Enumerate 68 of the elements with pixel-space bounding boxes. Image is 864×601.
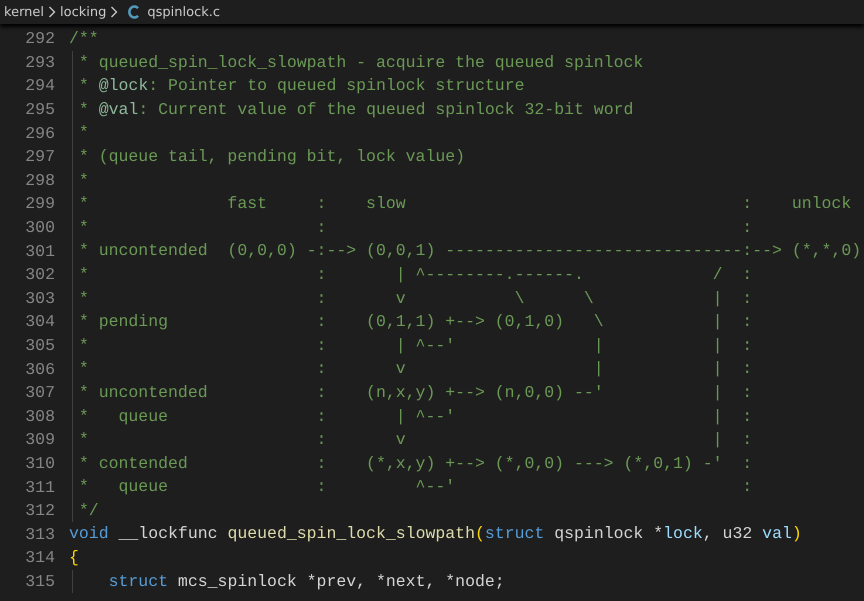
line-number: 294 [24, 76, 55, 96]
doc-tag: @val [98, 100, 138, 119]
function-name: queued_spin_lock_slowpath [227, 524, 475, 544]
line-number: 304 [24, 312, 55, 332]
code-comment: * : | ^--------.------. / : [78, 264, 752, 284]
line-number: 308 [24, 406, 55, 426]
code-comment: * uncontended (0,0,0) -:--> (0,0,1) ------------------------------:--> (*,*,0) [78, 241, 862, 260]
code-comment: * : v \ \ | : [78, 288, 752, 308]
line-number: 302 [24, 265, 55, 284]
code-comment: * : v | : [78, 430, 752, 450]
chevron-icon [110, 6, 118, 18]
code-text: __lockfunc [118, 524, 219, 544]
parameter-name: val [762, 524, 792, 544]
line-number: 315 [24, 572, 55, 591]
code-comment: * [78, 123, 89, 142]
c-file-icon [128, 5, 140, 19]
bracket: ( [474, 524, 485, 544]
keyword: struct [484, 524, 544, 544]
code-comment: * fast : slow : unlock [78, 194, 852, 214]
code-text: mcs_spinlock *prev, *next, *node; [176, 572, 505, 591]
line-number: 295 [24, 100, 55, 120]
code-comment: * pending : (0,1,1) +--> (0,1,0) \ | : [78, 312, 752, 332]
code-comment: /** [69, 29, 99, 48]
keyword: void [69, 524, 109, 544]
code-comment: * contended : (*,x,y) +--> (*,0,0) ---> (*,0,1) -' : [78, 454, 752, 473]
code-comment: * [78, 76, 90, 96]
line-number: 296 [24, 124, 55, 143]
line-number: 313 [24, 524, 55, 544]
line-number: 311 [24, 478, 55, 497]
code-text: qspinlock * [553, 524, 664, 544]
code-text: , u32 [702, 524, 754, 544]
code-comment: */ [78, 500, 99, 520]
breadcrumb-item[interactable]: kernel [4, 4, 44, 20]
chevron-icon [48, 6, 56, 18]
line-number: 310 [24, 454, 55, 473]
line-number: 303 [24, 288, 55, 308]
code-comment: * (queue tail, pending bit, lock value) [78, 146, 466, 166]
doc-tag: @lock [98, 76, 148, 96]
line-number: 312 [24, 501, 55, 520]
code-comment: * queued_spin_lock_slowpath - acquire the queued spinlock [78, 52, 644, 72]
code-comment: * : : [78, 218, 752, 237]
code-comment: * uncontended : (n,x,y) +--> (n,0,0) --' | : [78, 382, 752, 402]
line-number: 301 [24, 242, 55, 261]
code-comment: * queue : | ^--' | : [78, 406, 752, 426]
code-comment: * queue : ^--' : [78, 477, 752, 496]
line-number: 293 [24, 52, 55, 72]
line-number: 305 [24, 336, 55, 356]
line-number: 314 [24, 548, 55, 568]
line-number: 306 [24, 360, 55, 379]
line-number: 299 [24, 194, 55, 214]
code-comment: * : v | | : [78, 359, 752, 378]
bracket: ) [792, 524, 802, 544]
line-number: 309 [24, 430, 55, 450]
code-comment: * : | ^--' | | : [78, 336, 752, 355]
line-number: 292 [24, 29, 55, 48]
line-number: 300 [24, 218, 55, 238]
code-comment: : Current value of the queued spinlock 32-bit word [138, 100, 634, 119]
code-comment: * [78, 100, 90, 119]
bracket: { [69, 548, 79, 568]
line-number: 297 [24, 147, 55, 166]
keyword: struct [108, 572, 168, 591]
line-number: 298 [24, 170, 55, 190]
parameter-name: lock [663, 524, 703, 544]
line-number: 307 [24, 383, 55, 402]
breadcrumb-item[interactable]: qspinlock.c [147, 4, 220, 20]
code-comment: * [78, 170, 89, 190]
code-comment: : Pointer to queued spinlock structure [148, 76, 524, 96]
breadcrumb-item[interactable]: locking [60, 4, 106, 20]
